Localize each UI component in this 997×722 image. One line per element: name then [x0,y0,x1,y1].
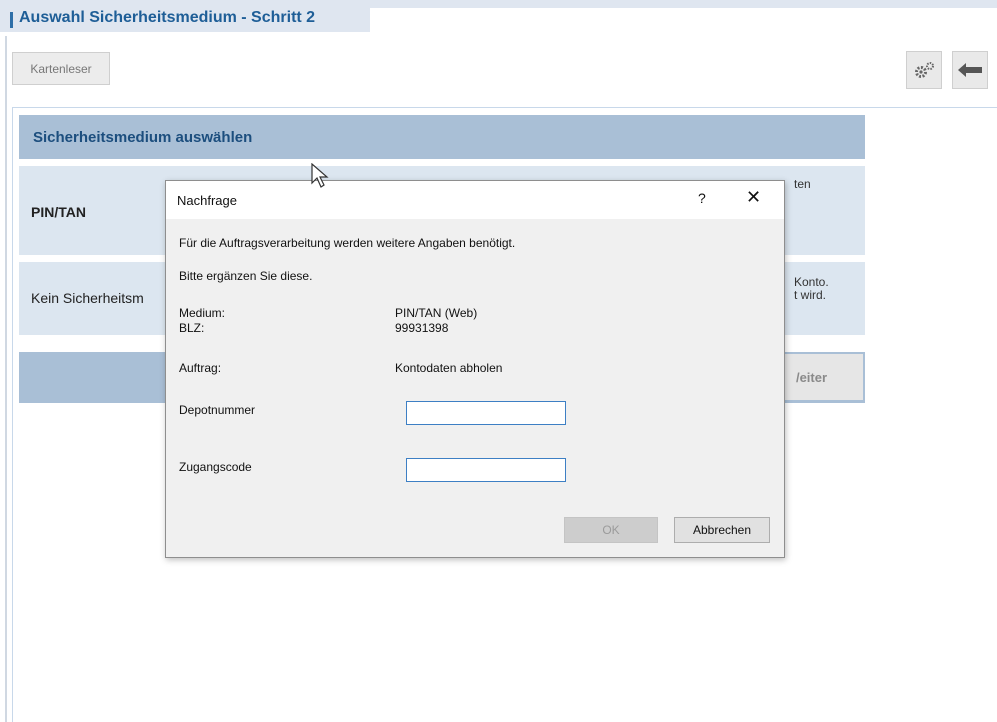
dialog-message: Für die Auftragsverarbeitung werden weit… [179,236,516,250]
option-title: PIN/TAN [31,204,86,220]
settings-button[interactable] [906,51,942,89]
zugangscode-label: Zugangscode [179,460,252,474]
dialog-message: Bitte ergänzen Sie diese. [179,269,313,283]
kartenleser-button[interactable]: Kartenleser [12,52,110,85]
left-divider [5,36,7,722]
auftrag-value: Kontodaten abholen [395,361,503,375]
medium-label: Medium: [179,306,226,320]
nachfrage-dialog: Nachfrage ? ✕ Für die Auftragsverarbeitu… [165,180,785,558]
panel-header-label: Sicherheitsmedium auswählen [33,128,253,146]
panel-header: Sicherheitsmedium auswählen [19,115,865,159]
page-title: Auswahl Sicherheitsmedium - Schritt 2 [19,9,316,26]
medium-value: PIN/TAN (Web) [395,306,478,320]
option-description: ten [794,177,811,191]
auftrag-label: Auftrag: [179,361,222,375]
depotnummer-label: Depotnummer [179,403,256,417]
ok-button[interactable]: OK [564,517,658,543]
back-button[interactable] [952,51,988,89]
option-title: Kein Sicherheitsm [31,290,144,306]
help-button[interactable]: ? [698,190,706,206]
zugangscode-input[interactable] [406,458,566,482]
blz-label: BLZ: [179,321,205,335]
header-accent [10,12,13,28]
option-description: Konto. t wird. [794,276,829,302]
dialog-titlebar [166,181,784,219]
option-description-line: t wird. [794,288,827,302]
gears-icon [915,62,934,78]
arrow-left-icon [958,63,982,77]
abbrechen-button[interactable]: Abbrechen [674,517,770,543]
depotnummer-input[interactable] [406,401,566,425]
top-strip [0,0,997,8]
close-icon[interactable]: ✕ [746,187,761,208]
dialog-title: Nachfrage [177,193,237,208]
mouse-cursor-icon [311,163,329,188]
blz-value: 99931398 [395,321,449,335]
